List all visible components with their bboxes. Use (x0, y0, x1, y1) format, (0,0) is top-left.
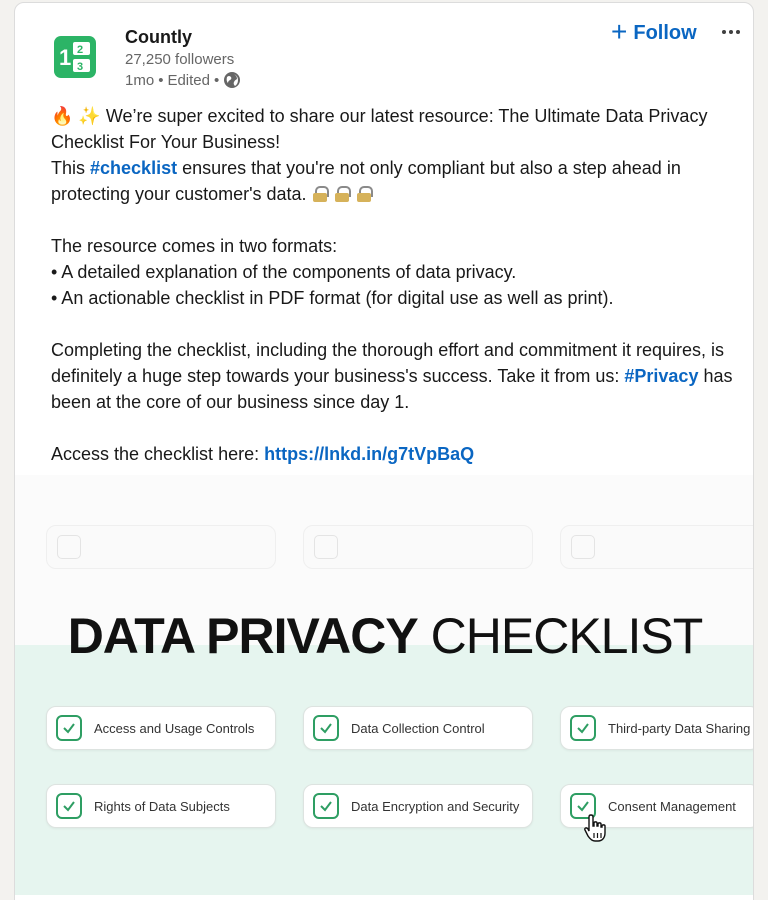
meta-dot: • (158, 71, 164, 89)
image-title-bold: DATA PRIVACY (67, 608, 419, 664)
access-prefix: Access the checklist here: (51, 444, 265, 464)
company-name[interactable]: Countly (125, 27, 192, 48)
access-line: Access the checklist here: https://lnkd.… (51, 441, 751, 467)
checklist-item-label: Data Encryption and Security (351, 798, 520, 814)
post-line-2: This #checklist ensures that you're not … (51, 155, 751, 207)
checkmark-icon (313, 793, 339, 819)
image-background-band (15, 645, 753, 895)
checkmark-icon (56, 715, 82, 741)
lock-icon (334, 186, 351, 202)
lock-icon (312, 186, 329, 202)
meta-dot: • (214, 71, 220, 89)
lock-emoji-group (312, 184, 378, 204)
globe-icon (223, 71, 241, 89)
svg-text:2: 2 (77, 44, 83, 56)
checklist-link[interactable]: https://lnkd.in/g7tVpBaQ (264, 444, 474, 464)
checklist-item-label: Rights of Data Subjects (94, 798, 230, 814)
hashtag-checklist[interactable]: #checklist (90, 158, 177, 178)
faded-checkbox-pill (303, 525, 533, 569)
checkmark-icon (570, 715, 596, 741)
checklist-item: Third-party Data Sharing (560, 706, 753, 750)
checklist-item-label: Access and Usage Controls (94, 720, 255, 736)
post-card: 1 2 3 Countly 27,250 followers 1mo • Edi… (14, 2, 754, 900)
format-item: • A detailed explanation of the componen… (51, 262, 517, 282)
image-title: DATA PRIVACY CHECKLIST (15, 607, 753, 665)
edited-label: Edited (167, 71, 210, 89)
fire-sparkle-emoji: 🔥 ✨ (51, 106, 101, 126)
follower-count: 27,250 followers (125, 51, 235, 68)
empty-checkbox-icon (571, 535, 595, 559)
line2-prefix: This (51, 158, 91, 178)
checklist-item-label: Third-party Data Sharing (608, 720, 751, 736)
post-paragraph-3: Completing the checklist, including the … (51, 337, 751, 415)
checklist-item-label: Consent Management (608, 798, 736, 814)
checklist-item: Data Encryption and Security (303, 784, 533, 828)
post-time: 1mo (125, 71, 155, 89)
empty-checkbox-icon (314, 535, 338, 559)
follow-label: Follow (633, 21, 697, 44)
post-image[interactable]: DATA PRIVACY CHECKLIST Access and Usage … (15, 475, 753, 895)
lock-icon (356, 186, 373, 202)
checklist-item: Access and Usage Controls (46, 706, 276, 750)
post-meta: 1mo • Edited • (125, 71, 241, 89)
post-body: 🔥 ✨ We’re super excited to share our lat… (51, 103, 751, 467)
follow-button[interactable]: + Follow (603, 17, 705, 49)
checklist-item-label: Data Collection Control (351, 720, 485, 736)
checkmark-icon (313, 715, 339, 741)
faded-checkbox-pill (560, 525, 753, 569)
post-intro: 🔥 ✨ We’re super excited to share our lat… (51, 103, 751, 155)
checklist-item: Rights of Data Subjects (46, 784, 276, 828)
empty-checkbox-icon (57, 535, 81, 559)
svg-text:1: 1 (59, 45, 71, 70)
checklist-item: Data Collection Control (303, 706, 533, 750)
svg-text:3: 3 (77, 61, 83, 73)
checkmark-icon (56, 793, 82, 819)
hashtag-privacy[interactable]: #Privacy (624, 366, 698, 386)
format-item: • An actionable checklist in PDF format … (51, 288, 614, 308)
intro-text: We’re super excited to share our latest … (51, 106, 708, 152)
hand-cursor-icon (583, 813, 609, 843)
faded-checkbox-pill (46, 525, 276, 569)
plus-icon: + (611, 15, 628, 47)
image-title-light: CHECKLIST (430, 608, 704, 664)
countly-logo-icon: 1 2 3 (54, 36, 96, 78)
formats-intro: The resource comes in two formats: (51, 236, 338, 256)
more-options-icon[interactable] (715, 19, 747, 45)
company-logo[interactable]: 1 2 3 (49, 31, 101, 83)
